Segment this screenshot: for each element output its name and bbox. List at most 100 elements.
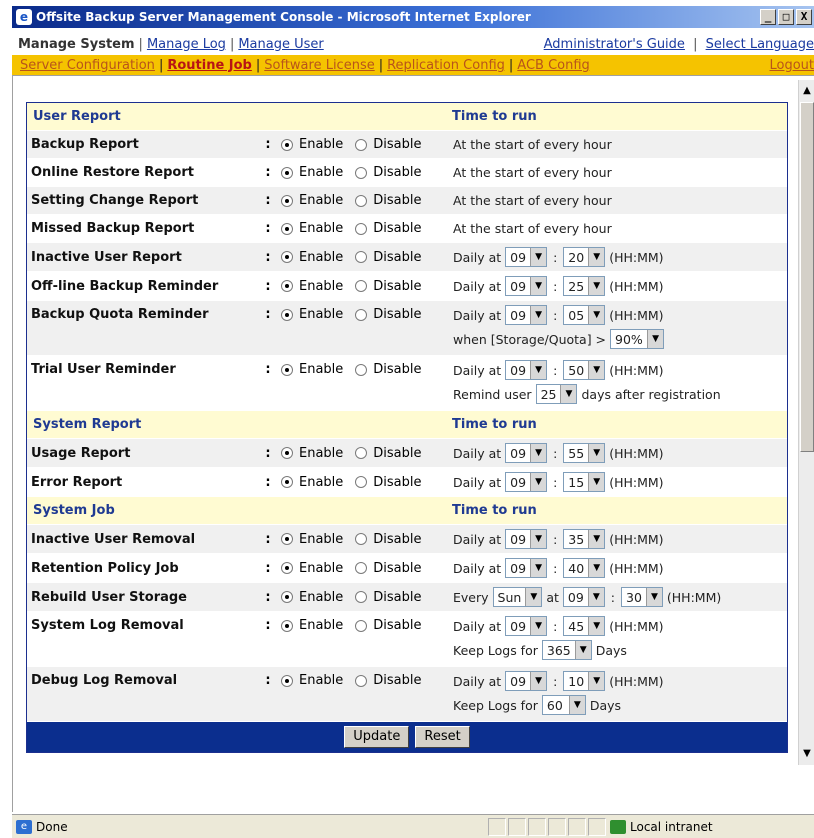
time-to-run-header: Time to run [452,109,537,124]
hour-select[interactable]: 09 ▼ [505,558,548,578]
minimize-button[interactable]: _ [760,9,776,25]
enable-radio[interactable] [281,166,293,179]
enable-radio[interactable] [281,447,293,459]
time-to-run-header: Time to run [452,417,537,432]
hour-select[interactable]: 09 ▼ [505,529,548,549]
enable-radio[interactable] [281,476,293,488]
minute-select[interactable]: 35 ▼ [563,529,606,549]
minute-select[interactable]: 25 ▼ [563,276,606,296]
dropdown-arrow-icon: ▼ [530,306,547,324]
dropdown-arrow-icon: ▼ [574,641,591,659]
section-title: System Report [33,417,142,432]
enable-radio[interactable] [281,251,293,263]
disable-radio[interactable] [355,363,368,376]
time-text: At the start of every hour [453,193,612,208]
enable-radio[interactable] [281,533,293,545]
disable-radio[interactable] [355,166,368,179]
disable-radio[interactable] [355,138,368,151]
enable-radio[interactable] [281,619,293,632]
day-select[interactable]: Sun ▼ [492,587,543,607]
disable-radio[interactable] [355,591,368,603]
hour-select[interactable]: 09 ▼ [505,247,548,267]
minute-select[interactable]: 10 ▼ [563,671,606,691]
enable-radio[interactable] [281,222,293,235]
dropdown-arrow-icon: ▼ [588,672,605,690]
dropdown-arrow-icon: ▼ [645,588,662,606]
nav-link-select-language[interactable]: Select Language [706,37,814,52]
minute-select[interactable]: 40 ▼ [563,558,606,578]
enable-radio[interactable] [281,562,293,574]
hour-select[interactable]: 09 ▼ [505,305,548,325]
scroll-down-arrow-icon[interactable]: ▼ [801,747,813,761]
hour-select[interactable]: 09 ▼ [505,616,548,636]
nav-link-acb-config[interactable]: ACB Config [517,58,590,73]
nav-link-administrators-guide[interactable]: Administrator's Guide [544,37,685,52]
nav-current-manage-system: Manage System [18,36,135,52]
hour-select[interactable]: 09 ▼ [505,443,548,463]
row-backup-report: Backup Report : Enable Disable At the sta… [27,131,787,159]
minute-select[interactable]: 15 ▼ [563,472,606,492]
disable-radio[interactable] [355,476,368,488]
disable-radio[interactable] [355,251,368,263]
disable-radio[interactable] [355,674,368,687]
nav-link-manage-user[interactable]: Manage User [238,37,323,52]
dropdown-arrow-icon: ▼ [530,361,547,379]
logout-link[interactable]: Logout [769,58,814,73]
time-text: At the start of every hour [453,137,612,152]
keep-logs-days-select[interactable]: 60 ▼ [541,695,586,715]
hour-select[interactable]: 09 ▼ [505,276,548,296]
row-label: Setting Change Report [31,193,199,208]
enable-radio[interactable] [281,280,293,292]
scroll-up-arrow-icon[interactable]: ▲ [801,84,813,98]
row-setting-change-report: Setting Change Report : Enable Disable At… [27,187,787,215]
minute-select[interactable]: 30 ▼ [621,587,663,607]
minute-select[interactable]: 45 ▼ [563,616,606,636]
quota-threshold-select[interactable]: 90% ▼ [610,329,665,349]
disable-radio[interactable] [355,533,368,545]
hour-select[interactable]: 09 ▼ [505,360,548,380]
dropdown-arrow-icon: ▼ [587,588,604,606]
disable-radio[interactable] [355,562,368,574]
reset-button[interactable]: Reset [415,726,470,748]
maximize-button[interactable]: □ [778,9,794,25]
disable-radio[interactable] [355,194,368,207]
enable-radio[interactable] [281,363,293,376]
minute-select[interactable]: 50 ▼ [563,360,606,380]
dropdown-arrow-icon: ▼ [588,617,605,635]
scrollbar-thumb[interactable] [800,102,814,452]
nav-link-routine-job[interactable]: Routine Job [167,58,252,73]
enable-radio[interactable] [281,591,293,603]
disable-radio[interactable] [355,447,368,459]
enable-radio[interactable] [281,674,293,687]
nav-link-manage-log[interactable]: Manage Log [147,37,226,52]
disable-radio[interactable] [355,222,368,235]
enable-radio[interactable] [281,308,293,321]
vertical-scrollbar[interactable]: ▲ ▼ [798,80,814,765]
keep-logs-days-select[interactable]: 365 ▼ [541,640,592,660]
disable-radio[interactable] [355,308,368,321]
disable-radio[interactable] [355,280,368,292]
update-button[interactable]: Update [344,726,410,748]
local-intranet-icon [610,819,626,834]
minute-select[interactable]: 20 ▼ [563,247,606,267]
enable-radio[interactable] [281,194,293,207]
hour-select[interactable]: 09 ▼ [505,472,548,492]
nav-link-server-configuration[interactable]: Server Configuration [20,58,155,73]
hour-select[interactable]: 09 ▼ [562,587,605,607]
dropdown-arrow-icon: ▼ [568,696,585,714]
minute-select[interactable]: 05 ▼ [563,305,606,325]
status-text: Done [36,819,68,834]
minute-select[interactable]: 55 ▼ [563,443,606,463]
close-button[interactable]: X [796,9,812,25]
nav-link-replication-config[interactable]: Replication Config [387,58,505,73]
disable-radio[interactable] [355,619,368,632]
row-retention-policy-job: Retention Policy Job : Enable Disable Dai… [27,554,787,583]
dropdown-arrow-icon: ▼ [588,361,605,379]
routine-job-table: User Report Time to run Backup Report : … [26,102,788,753]
enable-radio[interactable] [281,138,293,151]
hour-select[interactable]: 09 ▼ [505,671,548,691]
row-offline-backup-reminder: Off-line Backup Reminder : Enable Disable… [27,272,787,301]
dropdown-arrow-icon: ▼ [530,530,547,548]
nav-link-software-license[interactable]: Software License [264,58,374,73]
trial-days-select[interactable]: 25 ▼ [535,384,578,404]
